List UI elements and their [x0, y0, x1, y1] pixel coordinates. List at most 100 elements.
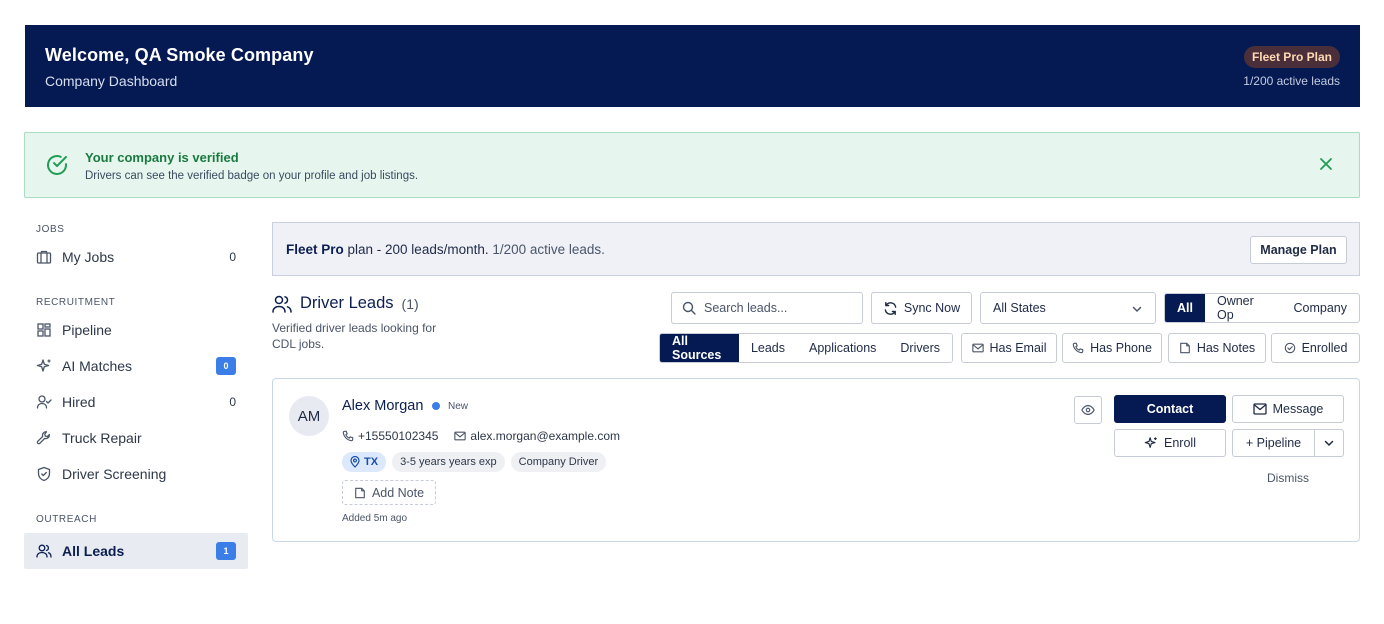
briefcase-icon: [36, 249, 52, 265]
contact-button[interactable]: Contact: [1114, 395, 1226, 423]
filter-has-email[interactable]: Has Email: [961, 333, 1057, 363]
plan-badge: Fleet Pro Plan: [1243, 46, 1340, 68]
mail-icon: [971, 343, 984, 353]
sidebar-item-label: AI Matches: [62, 358, 133, 374]
lead-phone-value: +15550102345: [358, 429, 439, 443]
chevron-down-icon: [1324, 440, 1334, 447]
sidebar-item-label: Driver Screening: [62, 466, 167, 482]
tag-driver-type: Company Driver: [510, 452, 607, 472]
sidebar-item-count: 0: [229, 395, 236, 409]
sidebar-item-count: 0: [229, 250, 236, 264]
dismiss-link[interactable]: Dismiss: [1267, 471, 1309, 485]
filter-label: Has Phone: [1090, 341, 1152, 355]
check-circle-icon: [47, 155, 67, 175]
sparkle-icon: [1144, 437, 1157, 448]
lead-card: AM Alex Morgan New +15550102345 alex.mor…: [272, 378, 1360, 542]
sidebar-item-label: My Jobs: [62, 249, 115, 265]
plan-name: Fleet Pro: [286, 242, 344, 257]
sparkle-icon: [36, 358, 52, 374]
welcome-title: Welcome, QA Smoke Company: [45, 45, 314, 65]
filter-has-phone[interactable]: Has Phone: [1062, 333, 1162, 363]
lead-email: alex.morgan@example.com: [454, 429, 620, 443]
sidebar-item-ai-matches[interactable]: AI Matches 0: [24, 348, 248, 384]
sidebar-section-jobs: JOBS: [36, 224, 65, 235]
sidebar-section-outreach: OUTREACH: [36, 514, 97, 525]
mail-icon: [454, 431, 467, 441]
users-icon: [36, 543, 52, 559]
close-icon[interactable]: [1319, 157, 1333, 171]
lead-added-time: Added 5m ago: [342, 513, 408, 524]
manage-plan-button[interactable]: Manage Plan: [1250, 236, 1347, 264]
source-toggle: All Sources Leads Applications Drivers: [659, 333, 953, 363]
message-button[interactable]: Message: [1232, 395, 1344, 423]
lead-status: New: [448, 401, 469, 412]
sidebar-item-label: Hired: [62, 394, 96, 410]
sidebar-item-truck-repair[interactable]: Truck Repair: [24, 420, 248, 456]
sync-now-label: Sync Now: [903, 301, 961, 315]
sidebar: JOBS My Jobs 0 RECRUITMENT Pipeline AI M…: [24, 220, 248, 569]
avatar: AM: [289, 396, 329, 436]
filter-enrolled[interactable]: Enrolled: [1271, 333, 1360, 363]
sidebar-item-pipeline[interactable]: Pipeline: [24, 312, 248, 348]
search-icon: [682, 301, 696, 315]
sync-now-button[interactable]: Sync Now: [871, 292, 972, 324]
search-input[interactable]: [704, 301, 854, 315]
map-pin-icon: [350, 456, 360, 468]
lead-tags: TX 3-5 years years exp Company Driver: [342, 452, 612, 472]
enroll-button[interactable]: Enroll: [1114, 429, 1226, 457]
type-option-company[interactable]: Company: [1281, 294, 1359, 322]
sidebar-item-label: All Leads: [62, 543, 125, 559]
driver-leads-heading: Driver Leads (1): [272, 294, 419, 313]
enroll-label: Enroll: [1164, 436, 1196, 450]
chevron-down-icon: [1132, 306, 1142, 313]
users-icon: [272, 295, 292, 313]
tag-state-value: TX: [364, 456, 379, 468]
source-option-leads[interactable]: Leads: [738, 334, 797, 362]
message-label: Message: [1272, 402, 1324, 416]
filter-has-notes[interactable]: Has Notes: [1168, 333, 1266, 363]
states-selected-value: All States: [993, 301, 1046, 315]
active-leads-count: 1/200 active leads: [1243, 74, 1340, 88]
plan-description: plan - 200 leads/month.: [343, 242, 489, 257]
check-circle-icon: [1284, 342, 1295, 354]
type-option-owner-op[interactable]: Owner Op: [1204, 294, 1282, 322]
add-to-pipeline-button[interactable]: + Pipeline: [1232, 429, 1315, 457]
add-note-label: Add Note: [371, 485, 425, 500]
shield-icon: [36, 466, 52, 482]
lead-name[interactable]: Alex Morgan: [342, 398, 423, 414]
dashboard-subtitle: Company Dashboard: [45, 73, 178, 89]
filter-label: Has Notes: [1196, 341, 1256, 355]
sidebar-item-hired[interactable]: Hired 0: [24, 384, 248, 420]
source-option-drivers[interactable]: Drivers: [888, 334, 952, 362]
phone-icon: [1072, 342, 1084, 354]
sidebar-section-recruitment: RECRUITMENT: [36, 297, 116, 308]
source-option-all-sources[interactable]: All Sources: [660, 334, 739, 362]
driver-leads-count: (1): [401, 295, 419, 312]
driver-leads-title: Driver Leads: [300, 294, 394, 312]
eye-icon: [1081, 405, 1095, 415]
filter-label: Enrolled: [1301, 341, 1348, 355]
sidebar-item-driver-screening[interactable]: Driver Screening: [24, 456, 248, 492]
new-status-dot: [432, 402, 440, 410]
driver-type-toggle: All Owner Op Company: [1164, 293, 1360, 323]
driver-leads-description: Verified driver leads looking for CDL jo…: [272, 321, 437, 351]
filter-label: Has Email: [989, 341, 1047, 355]
lead-phone: +15550102345: [342, 429, 438, 443]
add-note-button[interactable]: Add Note: [342, 480, 436, 505]
note-icon: [1179, 342, 1190, 354]
tag-experience: 3-5 years years exp: [392, 452, 505, 472]
states-select[interactable]: All States: [980, 292, 1156, 324]
view-lead-button[interactable]: [1074, 396, 1102, 424]
user-check-icon: [36, 394, 52, 410]
lead-email-value: alex.morgan@example.com: [470, 429, 620, 443]
wrench-icon: [36, 430, 52, 446]
verified-description: Drivers can see the verified badge on yo…: [85, 170, 419, 182]
pipeline-dropdown-button[interactable]: [1314, 429, 1344, 457]
sidebar-item-my-jobs[interactable]: My Jobs 0: [24, 239, 248, 275]
sidebar-item-all-leads[interactable]: All Leads 1: [24, 533, 248, 569]
source-option-applications[interactable]: Applications: [797, 334, 889, 362]
verified-banner: Your company is verified Drivers can see…: [24, 132, 1360, 198]
sidebar-item-badge: 0: [216, 357, 236, 375]
type-option-all[interactable]: All: [1165, 294, 1205, 322]
search-box: [671, 292, 863, 324]
